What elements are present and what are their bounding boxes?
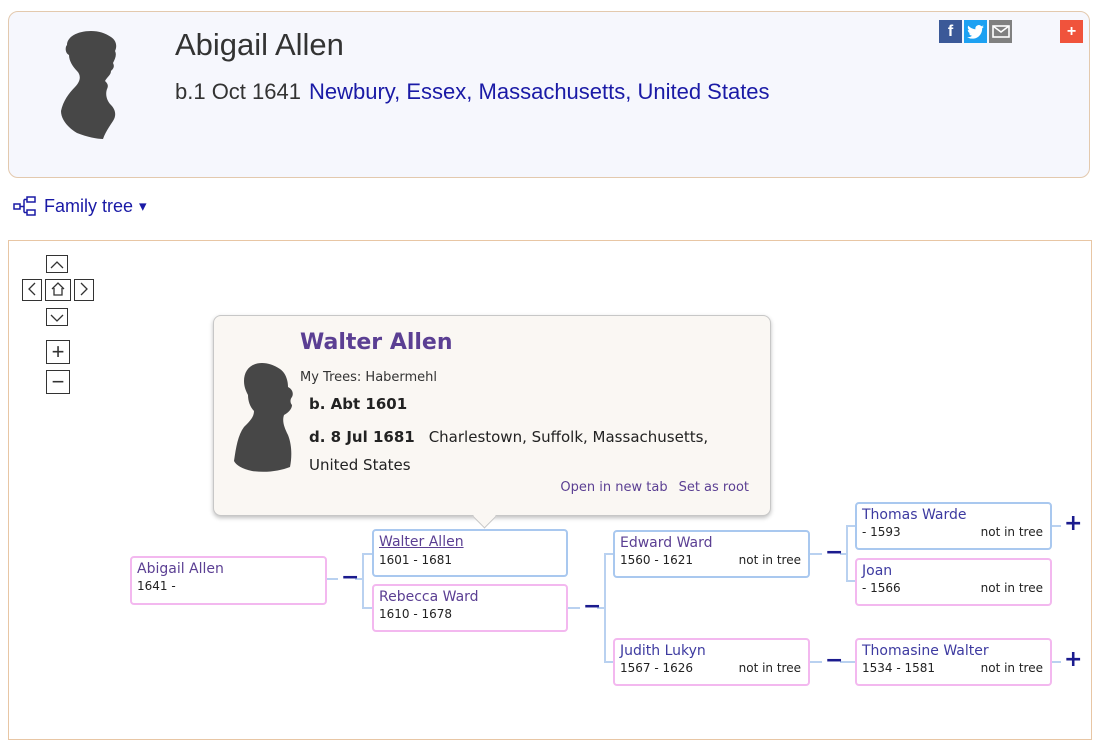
popup-death-date: d. 8 Jul 1681 — [309, 428, 415, 446]
person-name: Joan — [862, 563, 893, 579]
connector — [846, 580, 855, 582]
chevron-up-icon — [50, 256, 64, 272]
plus-icon: + — [1066, 22, 1077, 40]
person-name: Thomasine Walter — [862, 643, 989, 659]
family-tree-icon — [13, 196, 36, 216]
email-share-button[interactable] — [989, 20, 1012, 43]
zoom-in-button[interactable]: + — [46, 339, 70, 364]
person-box-thomas-warde[interactable]: Thomas Warde - 1593 not in tree — [855, 502, 1052, 550]
connector — [604, 553, 606, 663]
person-name: Judith Lukyn — [620, 643, 706, 659]
collapse-toggle[interactable]: − — [825, 650, 843, 672]
family-tree-menu[interactable]: Family tree ▾ — [13, 195, 147, 217]
person-dates: - 1566 — [862, 581, 901, 595]
chevron-right-icon — [80, 282, 88, 299]
pan-down-button[interactable] — [46, 308, 68, 326]
chevron-left-icon — [28, 282, 36, 299]
set-as-root-link[interactable]: Set as root — [679, 480, 749, 495]
connector — [362, 553, 372, 555]
popup-death: d. 8 Jul 1681 Charlestown, Suffolk, Massa… — [309, 423, 749, 479]
collapse-toggle[interactable]: − — [341, 567, 359, 589]
person-box-thomasine-walter[interactable]: Thomasine Walter 1534 - 1581 not in tree — [855, 638, 1052, 686]
person-box-edward-ward[interactable]: Edward Ward 1560 - 1621 not in tree — [613, 530, 810, 578]
birth-date: b.1 Oct 1641 — [175, 79, 301, 104]
female-silhouette-icon — [61, 31, 117, 139]
person-status: not in tree — [738, 661, 801, 675]
open-new-tab-link[interactable]: Open in new tab — [560, 480, 667, 495]
person-box-rebecca-ward[interactable]: Rebecca Ward 1610 - 1678 — [372, 584, 568, 632]
facebook-icon: f — [947, 22, 954, 40]
collapse-toggle[interactable]: − — [825, 542, 843, 564]
chevron-down-icon — [50, 309, 64, 325]
person-box-abigail-allen[interactable]: Abigail Allen 1641 - — [130, 556, 327, 605]
connector — [846, 525, 848, 581]
collapse-toggle[interactable]: − — [583, 596, 601, 618]
dropdown-caret-icon: ▾ — [139, 198, 147, 215]
family-tree-label: Family tree — [44, 195, 134, 216]
profile-name: Abigail Allen — [175, 27, 344, 62]
facebook-share-button[interactable]: f — [939, 20, 962, 43]
person-status: not in tree — [980, 525, 1043, 539]
minus-icon: − — [51, 369, 65, 394]
home-button[interactable] — [45, 279, 71, 301]
birth-place-link[interactable]: Newbury, Essex, Massachusetts, United St… — [309, 79, 770, 104]
envelope-icon — [991, 25, 1010, 38]
person-name: Rebecca Ward — [379, 589, 479, 605]
pan-left-button[interactable] — [22, 279, 42, 301]
person-status: not in tree — [738, 553, 801, 567]
expand-toggle[interactable]: + — [1064, 649, 1082, 671]
more-share-button[interactable]: + — [1060, 20, 1083, 43]
person-dates: - 1593 — [862, 525, 901, 539]
person-name: Abigail Allen — [137, 561, 224, 577]
person-box-walter-allen[interactable]: Walter Allen 1601 - 1681 — [372, 529, 568, 577]
connector — [326, 578, 338, 580]
share-bar: f + — [939, 20, 1083, 43]
popup-trees: My Trees: Habermehl — [300, 370, 438, 385]
person-dates: 1601 - 1681 — [379, 553, 453, 567]
twitter-share-button[interactable] — [964, 20, 987, 43]
profile-birth: b.1 Oct 1641 Newbury, Essex, Massachusett… — [175, 79, 770, 105]
connector — [810, 661, 822, 663]
profile-card: Abigail Allen b.1 Oct 1641 Newbury, Essex… — [8, 11, 1090, 178]
person-dates: 1641 - — [137, 579, 176, 593]
connector — [1051, 661, 1061, 663]
connector — [1051, 525, 1061, 527]
connector — [362, 607, 372, 609]
plus-icon: + — [51, 339, 65, 364]
person-status: not in tree — [980, 661, 1043, 675]
pan-up-button[interactable] — [46, 255, 68, 273]
person-name: Thomas Warde — [862, 507, 967, 523]
person-dates: 1567 - 1626 — [620, 661, 694, 675]
popup-birth: b. Abt 1601 — [309, 395, 408, 413]
person-dates: 1610 - 1678 — [379, 607, 453, 621]
home-icon — [50, 281, 66, 299]
connector — [810, 553, 822, 555]
twitter-icon — [967, 24, 984, 39]
popup-actions: Open in new tab Set as root — [560, 480, 749, 495]
person-dates: 1534 - 1581 — [862, 661, 936, 675]
person-popup: Walter Allen My Trees: Habermehl b. Abt … — [213, 315, 771, 529]
connector — [362, 553, 364, 608]
male-silhouette-icon — [234, 363, 293, 472]
person-name-link[interactable]: Walter Allen — [379, 534, 464, 550]
person-box-judith-lukyn[interactable]: Judith Lukyn 1567 - 1626 not in tree — [613, 638, 810, 686]
person-box-joan[interactable]: Joan - 1566 not in tree — [855, 558, 1052, 606]
zoom-out-button[interactable]: − — [46, 369, 70, 394]
connector — [846, 525, 855, 527]
connector — [568, 607, 580, 609]
expand-toggle[interactable]: + — [1064, 513, 1082, 535]
person-dates: 1560 - 1621 — [620, 553, 694, 567]
person-name: Edward Ward — [620, 535, 713, 551]
person-status: not in tree — [980, 581, 1043, 595]
popup-person-name: Walter Allen — [300, 330, 453, 355]
pan-right-button[interactable] — [74, 279, 94, 301]
